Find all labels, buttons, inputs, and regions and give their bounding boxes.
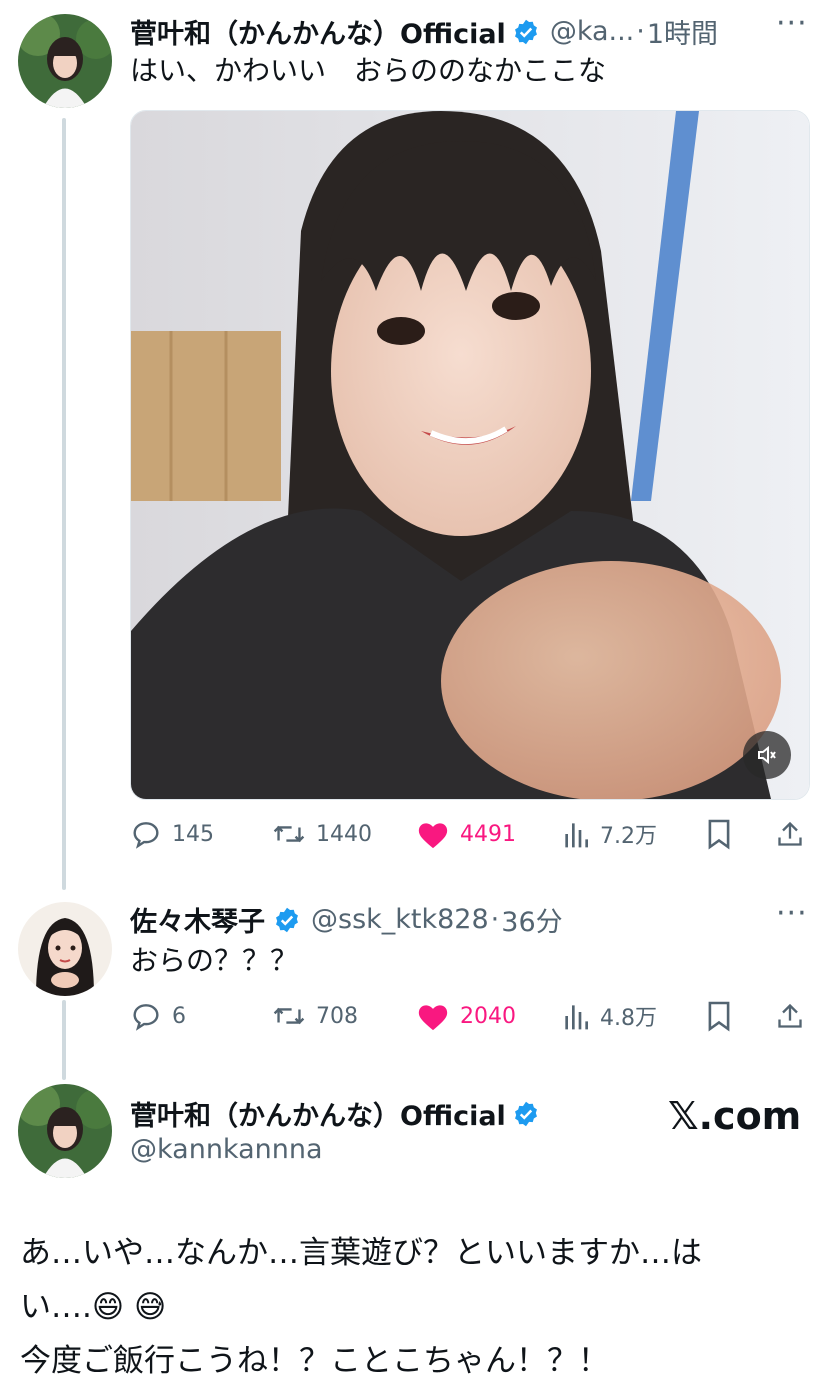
tweet-text-line: あ…いや…なんか…言葉遊び？といいますか…は bbox=[20, 1235, 702, 1271]
reply-count: 6 bbox=[172, 1003, 186, 1029]
share-icon bbox=[778, 821, 802, 846]
tweet-text-line: 今度ご飯行こうね！？ことこちゃん！？！ bbox=[20, 1343, 609, 1379]
retweet-icon bbox=[273, 1007, 305, 1025]
tweet-text: おらの？？？ bbox=[130, 944, 299, 977]
retweet-icon bbox=[273, 825, 305, 843]
thread-connector bbox=[62, 1000, 66, 1080]
like-button[interactable]: 2040 bbox=[416, 1000, 516, 1032]
reply-icon bbox=[133, 822, 159, 849]
reply-button[interactable]: 6 bbox=[130, 1000, 186, 1032]
more-icon[interactable]: ··· bbox=[776, 6, 808, 41]
bookmark-button[interactable] bbox=[706, 818, 742, 850]
reply-button[interactable]: 145 bbox=[130, 818, 214, 850]
retweet-button[interactable]: 708 bbox=[272, 1000, 358, 1032]
view-count: 4.8万 bbox=[600, 1006, 657, 1031]
x-brand-logo: 𝕏.com bbox=[668, 1094, 802, 1138]
author-name[interactable]: 菅叶和（かんかんな）Official bbox=[130, 1094, 506, 1133]
separator-dot: · bbox=[490, 904, 500, 935]
avatar[interactable] bbox=[18, 902, 112, 996]
views-icon bbox=[565, 1005, 588, 1030]
like-count: 2040 bbox=[460, 1003, 516, 1029]
video-media[interactable] bbox=[130, 110, 810, 800]
verified-badge-icon bbox=[514, 1101, 537, 1126]
verified-badge-icon bbox=[276, 907, 298, 932]
author-handle[interactable]: @kannkannna bbox=[130, 1134, 323, 1165]
like-count: 4491 bbox=[460, 821, 516, 847]
view-count: 7.2万 bbox=[600, 824, 657, 849]
verified-badge-icon bbox=[514, 19, 537, 44]
timestamp[interactable]: 1時間 bbox=[647, 12, 718, 51]
share-icon bbox=[778, 1003, 802, 1028]
like-icon bbox=[418, 823, 448, 849]
retweet-button[interactable]: 1440 bbox=[272, 818, 372, 850]
separator-dot: · bbox=[636, 16, 645, 47]
reply-count: 145 bbox=[172, 821, 214, 847]
avatar[interactable] bbox=[18, 1084, 112, 1178]
tweet-text: はい、かわいい おらののなかここな bbox=[130, 54, 607, 87]
share-button[interactable] bbox=[776, 818, 814, 850]
bookmark-icon bbox=[708, 1001, 730, 1032]
mute-icon[interactable] bbox=[755, 743, 779, 767]
retweet-count: 708 bbox=[316, 1003, 358, 1029]
avatar[interactable] bbox=[18, 14, 112, 108]
like-icon bbox=[418, 1005, 448, 1031]
more-icon[interactable]: ··· bbox=[776, 896, 808, 931]
tweet-text-line: い….😄 😅 bbox=[20, 1289, 167, 1325]
share-button[interactable] bbox=[776, 1000, 814, 1032]
views-button[interactable]: 7.2万 bbox=[562, 818, 657, 850]
author-name[interactable]: 菅叶和（かんかんな）Official bbox=[130, 12, 506, 51]
like-button[interactable]: 4491 bbox=[416, 818, 516, 850]
reply-icon bbox=[133, 1004, 159, 1031]
views-button[interactable]: 4.8万 bbox=[562, 1000, 657, 1032]
author-handle[interactable]: @ssk_ktk828 bbox=[311, 904, 489, 935]
author-handle[interactable]: @ka... bbox=[550, 16, 634, 47]
timestamp[interactable]: 36分 bbox=[501, 900, 562, 939]
author-name[interactable]: 佐々木琴子 bbox=[130, 900, 265, 939]
thread-connector bbox=[62, 118, 66, 890]
bookmark-button[interactable] bbox=[706, 1000, 742, 1032]
views-icon bbox=[565, 823, 588, 848]
retweet-count: 1440 bbox=[316, 821, 372, 847]
bookmark-icon bbox=[708, 819, 730, 850]
